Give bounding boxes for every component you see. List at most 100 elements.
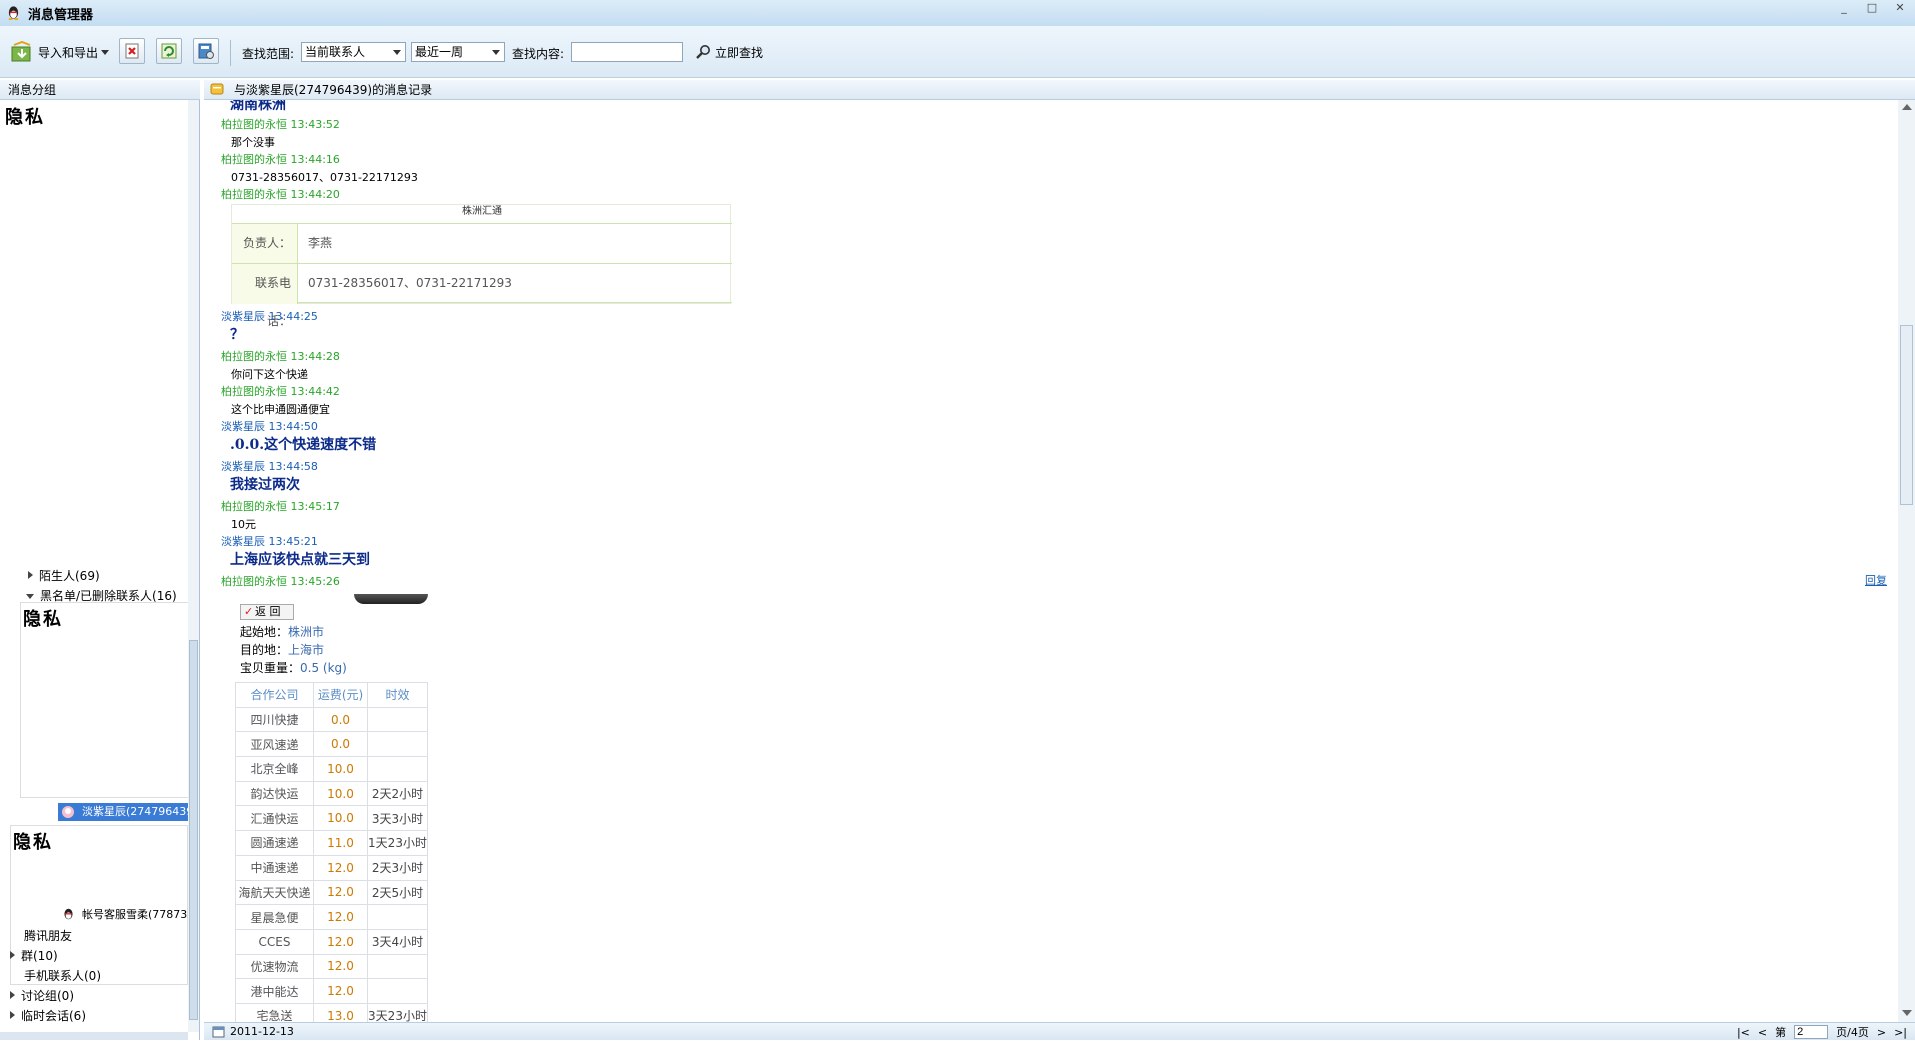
destination-label: 目的地： bbox=[240, 643, 289, 657]
table-row: 韵达快运 10.0 2天2小时 bbox=[235, 780, 428, 807]
reply-link[interactable]: 回复 bbox=[1865, 572, 1887, 588]
chevron-right-icon bbox=[28, 571, 33, 579]
import-export-label: 导入和导出 bbox=[38, 45, 99, 60]
message-text: 湖南株洲 bbox=[230, 100, 286, 113]
origin-line: 起始地：株洲市 bbox=[240, 623, 324, 640]
contact-card-value: 0731-28356017、0731-22171293 bbox=[308, 276, 512, 290]
weight-line: 宝贝重量：0.5 (kg) bbox=[240, 659, 347, 676]
duration-cell bbox=[367, 978, 428, 1004]
status-bar: 2011-12-13 |< < 第 页/4页 > >| bbox=[204, 1022, 1915, 1040]
duration-cell bbox=[367, 904, 428, 930]
refresh-button[interactable] bbox=[156, 38, 182, 64]
sidebar-item-strangers[interactable]: 陌生人(69) bbox=[28, 567, 100, 584]
message-sender: 淡紫星辰 13:44:58 bbox=[221, 460, 318, 473]
duration-cell: 3天3小时 bbox=[367, 805, 428, 832]
next-page-icon[interactable]: > bbox=[1877, 1024, 1886, 1041]
privacy-mask: 隐私 bbox=[20, 602, 195, 798]
message-text: ？ bbox=[230, 327, 244, 343]
back-button[interactable]: ✓ 返 回 bbox=[240, 604, 294, 620]
company-cell: 宅急送 bbox=[235, 1002, 314, 1022]
sidebar-item-discussions[interactable]: 讨论组(0) bbox=[10, 987, 74, 1004]
scroll-up-icon[interactable] bbox=[1902, 104, 1912, 110]
duration-cell bbox=[367, 756, 428, 782]
toolbar: 导入和导出 查找范围: 当前联系人 最近一周 查找内容: 立即查找 bbox=[0, 26, 1915, 78]
shipping-table-header: 合作公司 运费(元) 时效 bbox=[235, 682, 428, 708]
scope-select[interactable]: 当前联系人 bbox=[301, 42, 406, 62]
message-text: 你问下这个快递 bbox=[231, 368, 308, 381]
company-cell: CCES bbox=[235, 928, 314, 955]
sidebar-item-label: 黑名单/已删除联系人(16) bbox=[40, 589, 177, 603]
delete-button[interactable] bbox=[119, 38, 145, 64]
message-sender: 柏拉图的永恒 13:45:26 bbox=[221, 575, 340, 588]
fee-cell: 12.0 bbox=[313, 854, 368, 881]
prev-page-icon[interactable]: < bbox=[1758, 1024, 1767, 1041]
chevron-down-icon bbox=[393, 50, 401, 55]
chevron-down-icon bbox=[101, 49, 110, 55]
privacy-stamp: 隐私 bbox=[13, 832, 53, 853]
sidebar: 消息分组 隐私 陌生人(69) 黑名单/已删除联系人(16) 隐私 淡紫星辰(2… bbox=[0, 80, 200, 1040]
origin-label: 起始地： bbox=[240, 625, 289, 639]
duration-cell: 2天3小时 bbox=[367, 854, 428, 881]
time-range-select[interactable]: 最近一周 bbox=[411, 42, 505, 62]
fee-cell: 10.0 bbox=[313, 780, 368, 807]
search-content-input[interactable] bbox=[571, 42, 683, 62]
message-text: 这个比申通圆通便宜 bbox=[231, 403, 330, 416]
page-number-input[interactable] bbox=[1794, 1025, 1829, 1039]
chat-record-icon bbox=[210, 83, 224, 95]
contact-item-selected[interactable]: 淡紫星辰(274796439) bbox=[58, 803, 188, 821]
sidebar-scrollbar-thumb[interactable] bbox=[189, 640, 198, 1020]
message-sender: 淡紫星辰 13:44:25 bbox=[221, 310, 318, 323]
sidebar-item-tencent-friends[interactable]: 腾讯朋友 bbox=[24, 927, 72, 944]
fee-cell: 10.0 bbox=[313, 805, 368, 832]
calendar-icon[interactable] bbox=[212, 1025, 225, 1038]
company-cell: 港中能达 bbox=[235, 978, 314, 1004]
duration-cell: 2天2小时 bbox=[367, 780, 428, 807]
message-scrollbar[interactable] bbox=[1898, 100, 1915, 1022]
duration-cell: 2天5小时 bbox=[367, 879, 428, 906]
shipping-table-body: 四川快捷 0.0 亚风速递 0.0 北京全峰 10.0 韵达快运 10.0 2天2小时 汇通快运 1… bbox=[235, 706, 428, 1022]
sidebar-item-mobile-contacts[interactable]: 手机联系人(0) bbox=[24, 967, 101, 984]
message-sender: 柏拉图的永恒 13:43:52 bbox=[221, 118, 340, 131]
contact-avatar-icon bbox=[62, 806, 74, 818]
chevron-right-icon bbox=[10, 991, 15, 999]
import-export-icon bbox=[11, 41, 31, 62]
qq-penguin-icon bbox=[8, 6, 19, 20]
company-cell: 中通速递 bbox=[235, 854, 314, 881]
sidebar-item-label: 临时会话(6) bbox=[21, 1009, 86, 1023]
shipping-table: 合作公司 运费(元) 时效 四川快捷 0.0 亚风速递 0.0 北京全峰 10.0 韵达快运… bbox=[235, 682, 428, 1022]
first-page-icon[interactable]: |< bbox=[1737, 1024, 1750, 1041]
fee-cell: 10.0 bbox=[313, 756, 368, 782]
company-cell: 亚风速递 bbox=[235, 731, 314, 758]
message-scrollbar-thumb[interactable] bbox=[1900, 325, 1913, 505]
sidebar-scrollbar[interactable] bbox=[188, 100, 199, 1032]
import-export-button[interactable]: 导入和导出 bbox=[10, 40, 110, 64]
sidebar-item-temp-sessions[interactable]: 临时会话(6) bbox=[10, 1007, 86, 1024]
sidebar-item-groups[interactable]: 群(10) bbox=[10, 947, 58, 964]
message-text: .0.0.这个快递速度不错 bbox=[230, 437, 377, 453]
scroll-down-icon[interactable] bbox=[1902, 1010, 1912, 1016]
message-list[interactable]: 湖南株洲 柏拉图的永恒 13:43:52 那个没事 柏拉图的永恒 13:44:1… bbox=[204, 100, 1898, 1022]
column-header: 运费(元) bbox=[313, 682, 368, 708]
table-row: 亚风速递 0.0 bbox=[235, 731, 428, 758]
message-text: 我接过两次 bbox=[230, 477, 300, 493]
message-settings-button[interactable] bbox=[193, 38, 219, 64]
sidebar-hscrollbar[interactable] bbox=[0, 1032, 188, 1040]
duration-cell: 1天23小时 bbox=[367, 830, 428, 856]
contact-item[interactable]: 帐号客服雪柔(77873 bbox=[62, 906, 192, 922]
minimize-button[interactable]: _ bbox=[1833, 2, 1855, 16]
message-text: 0731-28356017、0731-22171293 bbox=[231, 171, 418, 184]
qq-penguin-icon bbox=[64, 908, 73, 920]
column-header: 时效 bbox=[367, 682, 428, 708]
fee-cell: 12.0 bbox=[313, 978, 368, 1004]
privacy-stamp: 隐私 bbox=[5, 107, 45, 128]
contact-card-key: 联系电话： bbox=[232, 264, 298, 328]
maximize-button[interactable]: □ bbox=[1861, 2, 1883, 16]
message-sender: 柏拉图的永恒 13:44:42 bbox=[221, 385, 340, 398]
sidebar-item-label: 腾讯朋友 bbox=[24, 929, 73, 943]
search-now-button[interactable]: 立即查找 bbox=[695, 40, 763, 64]
close-button[interactable]: ✕ bbox=[1889, 2, 1911, 16]
duration-cell bbox=[367, 706, 428, 733]
last-page-icon[interactable]: >| bbox=[1894, 1024, 1907, 1041]
contact-item-label: 淡紫星辰(274796439) bbox=[82, 805, 188, 818]
current-date: 2011-12-13 bbox=[230, 1025, 294, 1038]
